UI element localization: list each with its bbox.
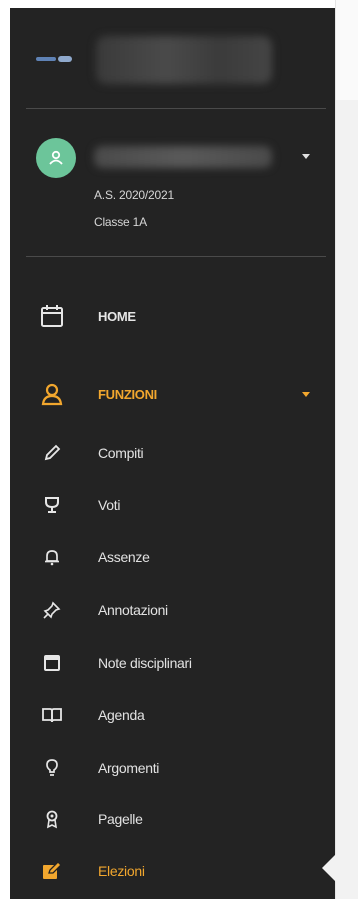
nav-item-label: Annotazioni xyxy=(98,602,168,618)
nav-note-disciplinari[interactable]: Note disciplinari xyxy=(10,646,335,680)
nav-annotazioni[interactable]: Annotazioni xyxy=(10,593,335,627)
active-pointer xyxy=(322,854,336,882)
nav-item-label: Note disciplinari xyxy=(98,655,192,671)
trophy-icon xyxy=(38,491,66,519)
user-menu-caret-icon[interactable] xyxy=(302,154,310,159)
person-icon xyxy=(38,380,66,408)
bell-icon xyxy=(38,543,66,571)
school-year: A.S. 2020/2021 xyxy=(94,188,174,202)
nav-item-label: Voti xyxy=(98,497,121,513)
nav-item-label: Agenda xyxy=(98,707,145,723)
lightbulb-icon xyxy=(38,754,66,782)
nav-home-label: HOME xyxy=(98,308,136,324)
calendar-icon xyxy=(38,302,66,330)
divider xyxy=(26,108,326,109)
sidebar: A.S. 2020/2021 Classe 1A HOME FUNZIONI C… xyxy=(10,8,336,899)
class-name: Classe 1A xyxy=(94,215,147,229)
pencil-icon xyxy=(38,439,66,467)
brand[interactable] xyxy=(34,44,94,74)
nav-item-label: Pagelle xyxy=(98,811,143,827)
user-icon xyxy=(49,150,63,165)
app-logo xyxy=(34,52,74,66)
nav-compiti[interactable]: Compiti xyxy=(10,436,335,470)
nav-voti[interactable]: Voti xyxy=(10,488,335,522)
nav-item-label: Elezioni xyxy=(98,863,145,879)
nav-item-label: Compiti xyxy=(98,445,144,461)
nav-elezioni[interactable]: Elezioni xyxy=(10,854,335,888)
divider xyxy=(26,256,326,257)
award-icon xyxy=(38,805,66,833)
chevron-down-icon[interactable] xyxy=(302,392,310,397)
nav-funzioni-label: FUNZIONI xyxy=(98,386,157,402)
calendar-window-icon xyxy=(38,649,66,677)
content-area-edge xyxy=(335,0,358,899)
user-name-redacted[interactable] xyxy=(94,146,272,168)
nav-assenze[interactable]: Assenze xyxy=(10,540,335,574)
nav-agenda[interactable]: Agenda xyxy=(10,698,335,732)
user-avatar[interactable] xyxy=(36,138,76,178)
nav-item-label: Assenze xyxy=(98,549,150,565)
nav-argomenti[interactable]: Argomenti xyxy=(10,751,335,785)
book-icon xyxy=(38,701,66,729)
nav-pagelle[interactable]: Pagelle xyxy=(10,802,335,836)
nav-item-label: Argomenti xyxy=(98,760,160,776)
school-name-redacted xyxy=(96,36,272,84)
nav-funzioni[interactable]: FUNZIONI xyxy=(10,377,335,411)
vote-edit-icon xyxy=(38,857,66,885)
nav-home[interactable]: HOME xyxy=(10,299,335,333)
pin-icon xyxy=(38,596,66,624)
